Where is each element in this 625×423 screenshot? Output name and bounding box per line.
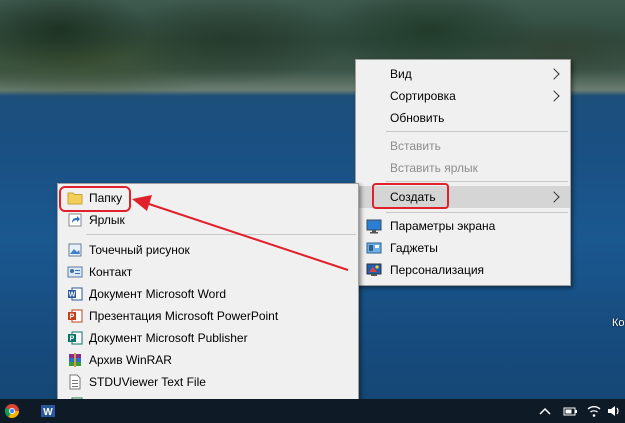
folder-icon [67,192,83,205]
menu-separator [386,131,568,132]
menu-item-paste-shortcut: Вставить ярлык [356,157,570,179]
svg-text:W: W [69,292,76,299]
desktop-context-menu: Вид Сортировка Обновить Вставить Вставит… [355,59,571,286]
submenu-item-publisher[interactable]: P Документ Microsoft Publisher [58,327,358,349]
submenu-item-label: STDUViewer Text File [89,375,206,389]
submenu-item-label: Точечный рисунок [89,243,190,257]
contact-icon [67,266,83,278]
chevron-right-icon [548,90,560,102]
menu-item-label: Параметры экрана [390,219,496,233]
menu-item-label: Вставить [390,139,441,153]
winrar-icon [69,353,81,367]
menu-item-label: Персонализация [390,263,485,277]
menu-item-label: Обновить [390,111,445,125]
menu-item-sort[interactable]: Сортировка [356,85,570,107]
menu-item-view[interactable]: Вид [356,63,570,85]
menu-item-gadgets[interactable]: Гаджеты [356,237,570,259]
submenu-item-word-document[interactable]: W Документ Microsoft Word [58,283,358,305]
chrome-icon[interactable] [4,403,20,419]
text-file-icon [69,374,81,390]
submenu-item-powerpoint[interactable]: P Презентация Microsoft PowerPoint [58,305,358,327]
chevron-up-icon[interactable] [537,403,553,419]
svg-text:P: P [70,314,75,321]
display-settings-icon [366,219,382,234]
submenu-item-bitmap[interactable]: Точечный рисунок [58,239,358,261]
menu-item-display-settings[interactable]: Параметры экрана [356,215,570,237]
new-submenu: Папку Ярлык Точечный рисунок Контакт W Д… [57,183,359,423]
gadgets-icon [366,242,382,254]
word-taskbar-icon[interactable]: W [40,403,56,419]
menu-item-refresh[interactable]: Обновить [356,107,570,129]
submenu-item-winrar[interactable]: Архив WinRAR [58,349,358,371]
menu-item-personalization[interactable]: Персонализация [356,259,570,281]
submenu-item-contact[interactable]: Контакт [58,261,358,283]
submenu-item-label: Презентация Microsoft PowerPoint [89,309,279,323]
word-icon: W [68,287,83,301]
svg-text:P: P [70,336,75,343]
shortcut-icon [68,213,82,227]
menu-item-label: Вставить ярлык [390,161,478,175]
menu-item-label: Гаджеты [390,241,438,255]
submenu-item-text-file[interactable]: STDUViewer Text File [58,371,358,393]
menu-separator [86,234,356,235]
menu-separator [386,212,568,213]
svg-text:W: W [43,407,53,418]
desktop-icon-label[interactable]: Ко [612,317,625,329]
submenu-item-label: Документ Microsoft Publisher [89,331,248,345]
publisher-icon: P [68,331,83,345]
chevron-right-icon [548,191,560,203]
menu-separator [386,181,568,182]
personalization-icon [366,263,382,276]
submenu-item-label: Папку [89,191,123,205]
submenu-item-folder[interactable]: Папку [58,187,358,209]
menu-item-label: Создать [390,190,436,204]
chevron-right-icon [548,68,560,80]
wifi-icon[interactable] [586,403,602,419]
battery-icon[interactable] [562,403,578,419]
powerpoint-icon: P [68,309,83,323]
submenu-item-label: Документ Microsoft Word [89,287,227,301]
submenu-item-label: Контакт [89,265,133,279]
volume-icon[interactable] [606,403,622,419]
menu-item-new[interactable]: Создать [356,186,570,208]
submenu-item-shortcut[interactable]: Ярлык [58,209,358,231]
menu-item-label: Вид [390,67,412,81]
bitmap-icon [68,243,82,257]
submenu-item-label: Ярлык [89,213,125,227]
menu-item-paste: Вставить [356,135,570,157]
taskbar: W [0,399,625,423]
submenu-item-label: Архив WinRAR [89,353,172,367]
menu-item-label: Сортировка [390,89,456,103]
